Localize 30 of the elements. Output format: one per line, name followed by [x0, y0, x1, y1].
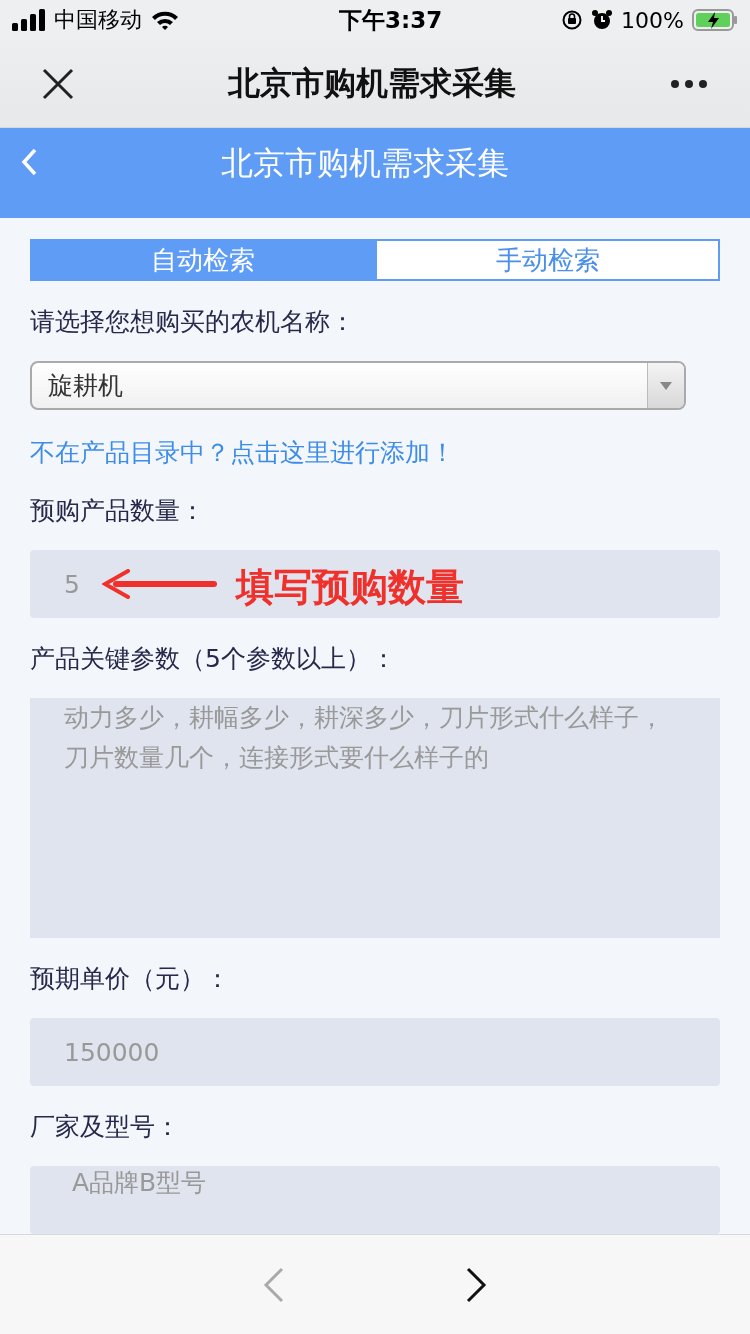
add-link[interactable]: 不在产品目录中？点击这里进行添加！ [30, 436, 455, 470]
field-label: 厂家及型号： [30, 1111, 181, 1143]
field-label: 预购产品数量： [30, 495, 206, 527]
field-label: 产品关键参数（5个参数以上）： [30, 643, 397, 675]
battery-percent: 100% [621, 7, 684, 33]
tab[interactable]: 自动检索 [30, 239, 375, 282]
annotation-text: 填写预购数量 [236, 564, 464, 611]
carrier-name: 中国移动 [54, 6, 142, 34]
alarm-clock-icon [591, 9, 614, 31]
arrow-icon [102, 569, 218, 599]
wifi-icon [150, 9, 180, 31]
input-field[interactable]: A品牌B型号 [30, 1166, 720, 1234]
nav-title: 北京市购机需求采集 [228, 62, 516, 104]
text-area[interactable]: 动力多少，耕幅多少，耕深多少，刀片形式什么样子，刀片数量几个，连接形式要什么样子的 [30, 698, 720, 938]
forward-icon[interactable] [465, 1266, 487, 1303]
more-icon [670, 78, 708, 89]
tab[interactable]: 手动检索 [375, 239, 720, 282]
back-icon [20, 148, 38, 176]
caret-icon [659, 380, 673, 391]
select-field[interactable]: 旋耕机 [30, 361, 686, 410]
signal-icon [12, 9, 46, 31]
rotation-lock-icon [561, 9, 584, 31]
battery-charging-icon [692, 9, 738, 31]
field-label: 请选择您想购买的农机名称： [30, 306, 356, 339]
input-field[interactable]: 150000 [30, 1018, 720, 1086]
field-label: 预期单价（元）： [30, 963, 231, 995]
status-time: 下午3:37 [338, 5, 443, 35]
page-title: 北京市购机需求采集 [220, 143, 510, 184]
close-icon [42, 67, 74, 100]
input-field[interactable]: 5 填写预购数量 [30, 550, 720, 618]
